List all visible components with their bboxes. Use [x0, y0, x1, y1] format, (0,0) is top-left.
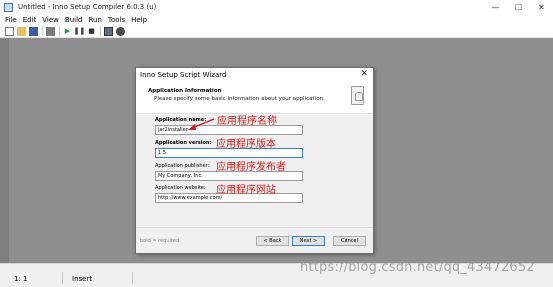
annotation-app-name: 应用程序名称 [217, 116, 277, 127]
app-publisher-label: Application publisher: [155, 163, 210, 169]
app-website-label: Application website: [155, 185, 206, 191]
menu-build[interactable]: Build [65, 16, 83, 24]
new-file-icon[interactable] [5, 26, 14, 36]
annotation-app-website: 应用程序网站 [216, 185, 276, 196]
menu-view[interactable]: View [42, 16, 59, 24]
next-button[interactable]: Next > [292, 236, 325, 246]
run-icon[interactable]: ▶ [63, 27, 72, 36]
header-title: Application Information [148, 88, 222, 94]
menu-help[interactable]: Help [131, 16, 147, 24]
dialog-close-icon[interactable]: ✕ [360, 69, 368, 79]
save-icon[interactable] [29, 26, 38, 36]
close-icon[interactable]: ✕ [530, 0, 553, 14]
menu-edit[interactable]: Edit [23, 16, 37, 24]
status-divider [62, 272, 63, 284]
insert-mode: Insert [72, 275, 93, 283]
dialog-footer: bold = required < Back Next > Cancel [136, 227, 373, 253]
annotation-app-publisher: 应用程序发布者 [216, 162, 286, 173]
maximize-icon[interactable]: ☐ [507, 0, 530, 14]
wizard-header-icon [351, 86, 364, 105]
wizard-icon[interactable] [104, 26, 113, 36]
title-bar: Untitled - Inno Setup Compiler 6.0.3 (u)… [0, 0, 553, 14]
toolbar: ▶ ❚❚ ■ [0, 25, 553, 38]
annotation-arrow [188, 118, 215, 130]
annotation-app-version: 应用程序版本 [216, 139, 276, 150]
toolbar-separator [100, 26, 101, 36]
toolbar-separator [42, 26, 43, 36]
menu-run[interactable]: Run [88, 16, 101, 24]
cursor-position: 1: 1 [14, 275, 28, 283]
back-button[interactable]: < Back [256, 236, 289, 246]
pause-icon[interactable]: ❚❚ [74, 27, 86, 36]
window-title: Untitled - Inno Setup Compiler 6.0.3 (u) [18, 3, 157, 11]
menu-bar: File Edit View Build Run Tools Help [0, 14, 553, 25]
watermark-text: https://blog.csdn.net/qq_43472652 [300, 260, 535, 275]
app-version-label: Application version: [155, 140, 212, 146]
compile-icon[interactable] [46, 26, 55, 36]
open-folder-icon[interactable] [17, 26, 26, 36]
status-divider [132, 272, 133, 284]
menu-file[interactable]: File [5, 16, 17, 24]
window-controls: — ☐ ✕ [484, 0, 553, 14]
minimize-icon[interactable]: — [484, 0, 507, 14]
app-icon [4, 2, 13, 12]
dialog-header: Application Information Please specify s… [136, 80, 373, 114]
header-subtitle: Please specify some basic information ab… [154, 96, 325, 102]
menu-tools[interactable]: Tools [108, 16, 125, 24]
required-note: bold = required [140, 238, 180, 244]
toolbar-separator [59, 26, 60, 36]
dialog-title: Inno Setup Script Wizard [140, 71, 227, 79]
stop-icon[interactable]: ■ [87, 27, 96, 36]
help-icon[interactable] [116, 26, 125, 36]
cancel-button[interactable]: Cancel [333, 236, 366, 246]
line-gutter [0, 38, 9, 263]
